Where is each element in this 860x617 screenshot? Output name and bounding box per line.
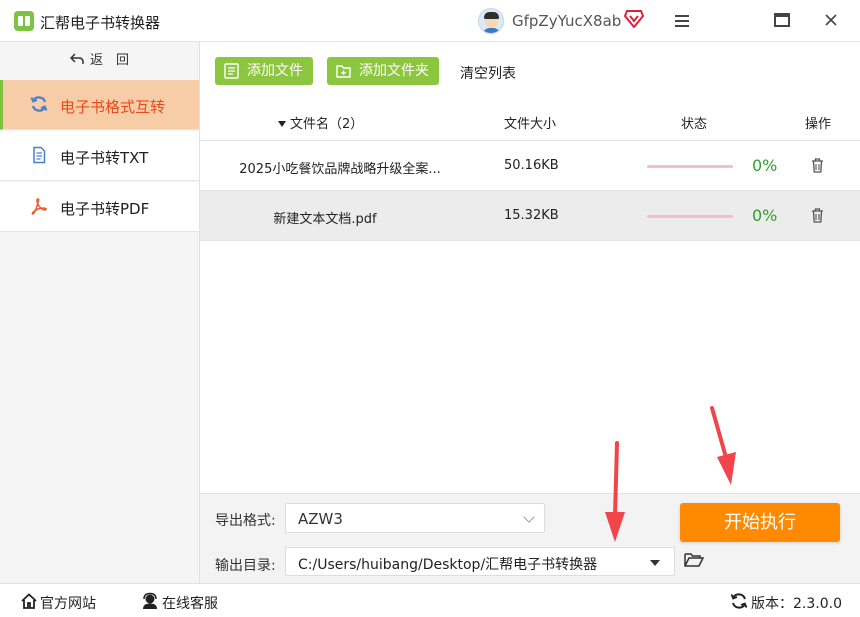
toolbar: 添加文件 添加文件夹 清空列表 xyxy=(200,42,860,100)
close-icon[interactable] xyxy=(822,11,840,29)
pdf-icon xyxy=(30,197,48,215)
version-text: 版本：2.3.0.0 xyxy=(751,593,842,613)
add-folder-icon xyxy=(336,63,351,79)
trash-icon[interactable] xyxy=(811,158,824,173)
table-row[interactable]: 新建文本文档.pdf 15.32KB 0% xyxy=(200,191,860,241)
output-dir-value: C:/Users/huibang/Desktop/汇帮电子书转换器 xyxy=(298,554,597,574)
clear-list-button[interactable]: 清空列表 xyxy=(460,63,516,83)
progress-bar xyxy=(647,215,733,218)
file-name: 新建文本文档.pdf xyxy=(200,208,450,227)
refresh-icon[interactable] xyxy=(730,592,748,610)
annotation-arrow-icon xyxy=(700,405,744,487)
back-button[interactable]: 返 回 xyxy=(0,42,199,80)
back-label: 返 回 xyxy=(90,53,129,68)
format-label: 导出格式: xyxy=(215,510,276,530)
chevron-down-icon xyxy=(523,511,534,522)
add-file-icon xyxy=(224,63,239,79)
sidebar: 返 回 电子书格式互转 电子书转TXT 电子书转PDF xyxy=(0,42,200,583)
trash-icon[interactable] xyxy=(811,208,824,223)
column-status-header: 状态 xyxy=(681,113,707,132)
app-title: 汇帮电子书转换器 xyxy=(40,12,160,33)
user-avatar[interactable] xyxy=(478,8,504,34)
add-file-label: 添加文件 xyxy=(247,63,303,79)
table-row[interactable]: 2025小吃餐饮品牌战略升级全案... 50.16KB 0% xyxy=(200,141,860,191)
sidebar-item-label: 电子书转PDF xyxy=(60,198,149,219)
annotation-arrow-icon xyxy=(598,440,634,544)
menu-icon[interactable] xyxy=(674,13,690,29)
format-value: AZW3 xyxy=(298,510,343,528)
progress-bar xyxy=(647,165,733,168)
online-support-link[interactable]: 在线客服 xyxy=(162,593,218,613)
sidebar-item-label: 电子书转TXT xyxy=(60,147,148,168)
official-website-link[interactable]: 官方网站 xyxy=(40,593,96,613)
add-folder-button[interactable]: 添加文件夹 xyxy=(327,57,439,85)
refresh-icon xyxy=(30,95,48,113)
sort-caret-icon xyxy=(278,121,286,127)
file-name: 2025小吃餐饮品牌战略升级全案... xyxy=(200,158,480,177)
app-logo-icon xyxy=(14,11,34,31)
sidebar-item-to-pdf[interactable]: 电子书转PDF xyxy=(0,182,199,232)
status-bar: 官方网站 在线客服 版本：2.3.0.0 xyxy=(0,583,860,617)
start-button[interactable]: 开始执行 xyxy=(680,503,840,542)
output-settings: 导出格式: AZW3 输出目录: C:/Users/huibang/Deskto… xyxy=(200,493,860,583)
home-icon xyxy=(20,592,38,610)
column-size-header: 文件大小 xyxy=(504,113,556,132)
open-folder-icon[interactable] xyxy=(684,552,704,568)
progress-percent: 0% xyxy=(752,156,777,175)
maximize-icon[interactable] xyxy=(774,13,790,27)
sidebar-item-to-txt[interactable]: 电子书转TXT xyxy=(0,131,199,181)
customer-service-icon xyxy=(141,592,159,610)
title-bar: 汇帮电子书转换器 GfpZyYucX8ab xyxy=(0,0,860,42)
format-select[interactable]: AZW3 xyxy=(285,503,545,533)
dropdown-caret-icon xyxy=(650,560,660,566)
add-folder-label: 添加文件夹 xyxy=(359,63,429,79)
column-name-header[interactable]: 文件名（2） xyxy=(278,113,363,132)
vip-diamond-icon[interactable] xyxy=(624,10,644,28)
back-arrow-icon xyxy=(70,53,84,65)
username[interactable]: GfpZyYucX8ab xyxy=(512,12,621,30)
output-dir-select[interactable]: C:/Users/huibang/Desktop/汇帮电子书转换器 xyxy=(285,547,675,576)
txt-doc-icon xyxy=(30,146,48,164)
output-dir-label: 输出目录: xyxy=(215,555,276,575)
file-list-empty-area xyxy=(200,241,860,493)
file-table-header: 文件名（2） 文件大小 状态 操作 xyxy=(200,100,860,141)
progress-percent: 0% xyxy=(752,206,777,225)
column-action-header: 操作 xyxy=(805,113,831,132)
sidebar-item-format-convert[interactable]: 电子书格式互转 xyxy=(0,80,199,130)
sidebar-item-label: 电子书格式互转 xyxy=(60,96,165,117)
add-file-button[interactable]: 添加文件 xyxy=(215,57,313,85)
file-size: 15.32KB xyxy=(504,208,559,223)
file-size: 50.16KB xyxy=(504,158,559,173)
